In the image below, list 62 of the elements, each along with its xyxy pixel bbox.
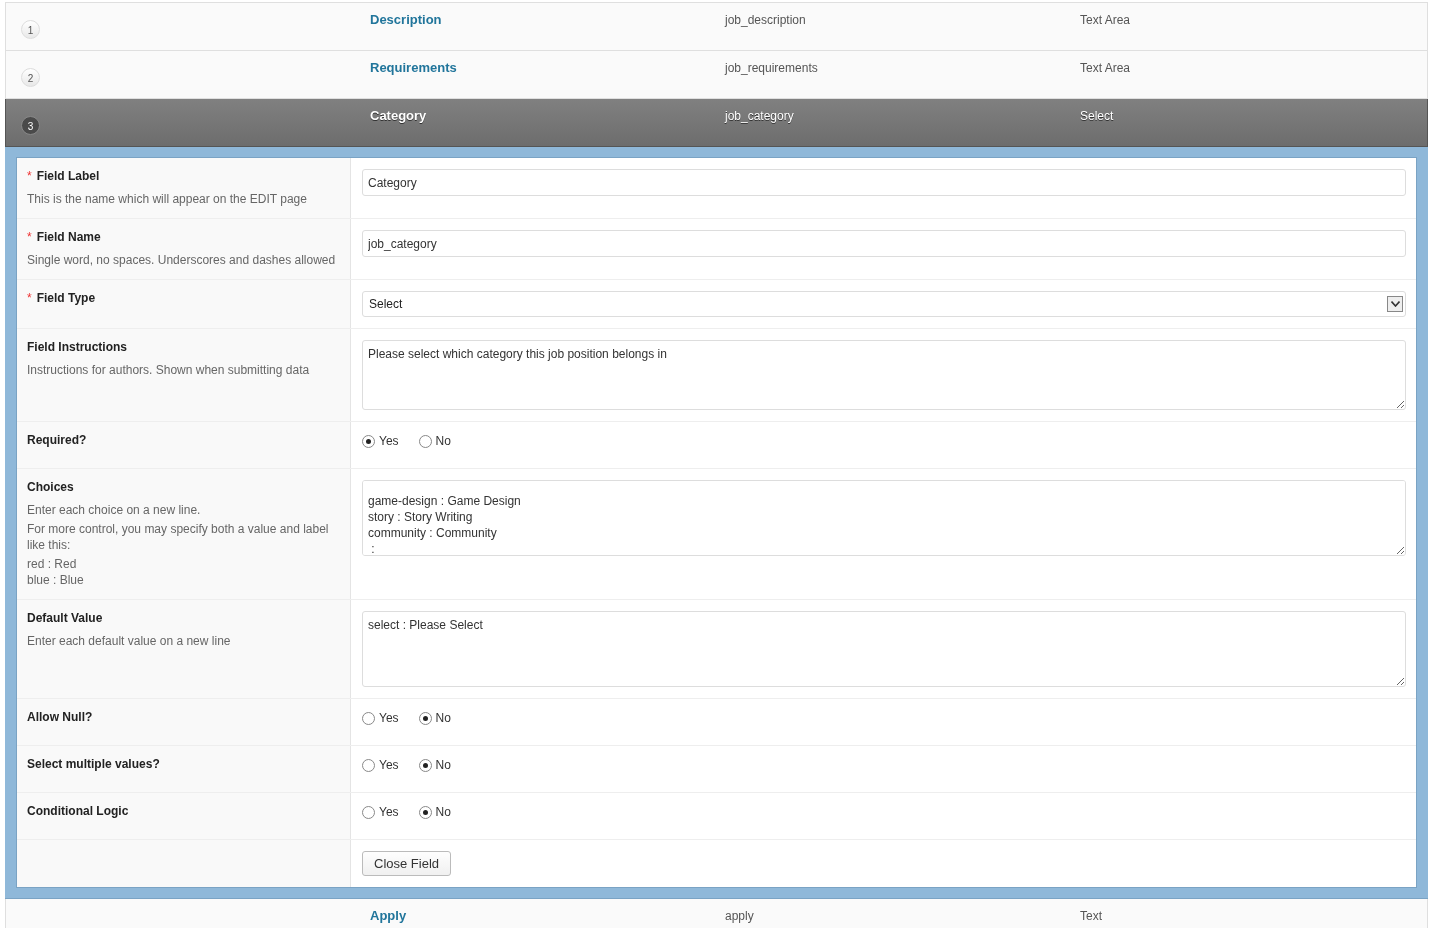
row-label: Field Name (36, 230, 101, 244)
description-text: Enter each default value on a new line (27, 633, 232, 649)
radio-label: Yes (379, 434, 399, 448)
radio-button[interactable] (362, 805, 375, 819)
radio-label: Yes (379, 711, 399, 725)
text-area[interactable]: select : Please Select (362, 611, 1406, 687)
order-number: 1 (21, 20, 40, 39)
row-label: Allow Null? (27, 710, 93, 724)
radio-button[interactable] (362, 758, 375, 772)
required-asterisk: * (27, 169, 32, 183)
description-text: This is the name which will appear on the EDIT page (27, 191, 308, 207)
row-label: Required? (27, 433, 87, 447)
text-field[interactable]: job_category (362, 230, 1406, 257)
close-field-button[interactable]: Close Field (362, 851, 452, 876)
field-label-link[interactable]: Category (370, 108, 427, 123)
description-text: Enter each choice on a new line. (27, 502, 202, 518)
field-label-link[interactable]: Requirements (370, 60, 457, 75)
field-name-text: job_category (725, 109, 794, 123)
select-dropdown[interactable]: Select (362, 291, 1406, 317)
field-row[interactable]: Apply apply Text (5, 899, 1428, 928)
row-label: Select multiple values? (27, 757, 160, 771)
radio-button[interactable] (418, 805, 432, 819)
field-row[interactable]: 3 Category job_category Select (5, 99, 1428, 147)
field-type-text: Text Area (1080, 61, 1131, 75)
choices-text-area[interactable]: game-design : Game Design story : Story Writing community : Community : (362, 480, 1406, 556)
row-label: Conditional Logic (27, 804, 129, 818)
description-text: Single word, no spaces. Underscores and dashes allowed (27, 252, 337, 268)
text-field[interactable]: Category (362, 169, 1406, 196)
field-type-text: Text (1080, 909, 1102, 923)
description-text: Instructions for authors. Shown when submitting data (27, 362, 311, 378)
row-label: Choices (27, 480, 74, 494)
row-label: Field Instructions (27, 340, 127, 354)
radio-label: Yes (379, 758, 399, 772)
field-row[interactable]: 2 Requirements job_requirements Text Area (5, 51, 1428, 99)
field-row[interactable]: 1 Description job_description Text Area (5, 3, 1428, 51)
text-area[interactable]: Please select which category this job position belongs in (362, 340, 1406, 410)
order-number: 2 (21, 68, 40, 87)
radio-label: No (435, 758, 451, 772)
field-name-text: job_requirements (725, 61, 818, 75)
field-type-text: Select (1080, 109, 1114, 123)
description-text: For more control, you may specify both a value and label like this: (27, 521, 330, 553)
description-text: red : Red blue : Blue (27, 556, 85, 588)
field-name-text: apply (725, 909, 754, 923)
row-label: Field Label (36, 169, 100, 183)
radio-label: No (435, 711, 451, 725)
required-asterisk: * (27, 291, 32, 305)
radio-button[interactable] (418, 758, 432, 772)
order-number: 3 (21, 116, 40, 135)
field-label-link[interactable]: Description (370, 12, 442, 27)
radio-button[interactable] (418, 711, 432, 725)
field-label-link[interactable]: Apply (370, 908, 407, 923)
radio-button[interactable] (362, 711, 375, 725)
radio-button[interactable] (418, 434, 432, 448)
field-name-text: job_description (725, 13, 806, 27)
required-asterisk: * (27, 230, 32, 244)
radio-label: No (435, 805, 451, 819)
field-type-text: Text Area (1080, 13, 1131, 27)
radio-label: Yes (379, 805, 399, 819)
radio-label: No (435, 434, 451, 448)
row-label: Field Type (36, 291, 96, 305)
radio-button[interactable] (362, 434, 375, 448)
row-label: Default Value (27, 611, 103, 625)
